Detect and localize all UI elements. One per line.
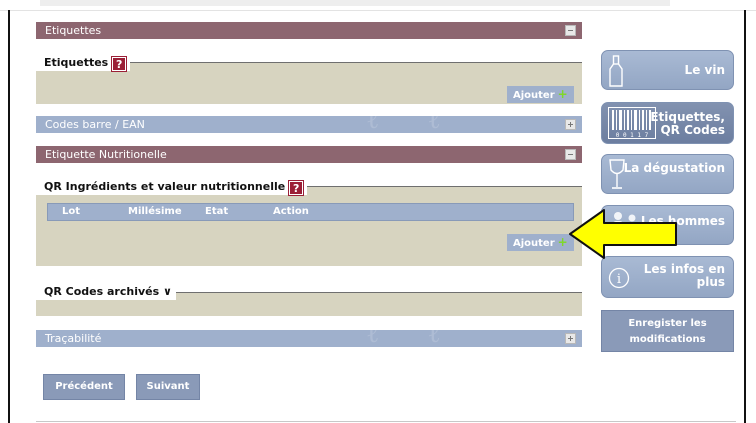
sidebar-item-la-degustation[interactable]: La dégustation — [601, 154, 734, 194]
precedent-button[interactable]: Précédent — [43, 374, 125, 400]
label-line-1: Etiquettes, — [650, 110, 725, 124]
etiquette-nutritionelle-section-bar[interactable]: Etiquette Nutritionelle — [36, 146, 582, 163]
column-header-lot[interactable]: Lot — [62, 204, 80, 220]
ajouter-qr-button[interactable]: Ajouter + — [507, 234, 574, 251]
qr-archives-panel: QR Codes archivés ∨ — [36, 284, 582, 316]
ajouter-etiquette-button[interactable]: Ajouter + — [507, 86, 574, 103]
right-border — [744, 10, 746, 423]
codes-barre-section-label: Codes barre / EAN — [45, 118, 145, 131]
tracabilite-section-label: Traçabilité — [45, 332, 102, 345]
barcode-digits: 0 0 1 1 7 — [616, 132, 649, 139]
bottom-divider — [36, 421, 736, 422]
left-border — [8, 10, 10, 423]
column-header-action[interactable]: Action — [273, 204, 309, 220]
chevron-down-icon[interactable]: ∨ — [163, 285, 172, 298]
collapse-toggle-icon[interactable] — [565, 149, 576, 160]
help-icon[interactable]: ? — [111, 56, 128, 72]
etiquettes-panel-title: Etiquettes? — [36, 55, 131, 72]
help-icon[interactable]: ? — [288, 180, 305, 196]
plus-icon: + — [557, 87, 568, 101]
sidebar-item-label: La dégustation — [623, 161, 725, 175]
qr-archives-title[interactable]: QR Codes archivés ∨ — [36, 284, 176, 300]
sidebar-item-label: Etiquettes, QR Codes — [650, 111, 725, 137]
qr-panel-title: QR Ingrédients et valeur nutritionnelle? — [36, 179, 308, 196]
yellow-arrow-icon — [569, 209, 677, 259]
label-line-1: Les infos en — [643, 262, 725, 276]
label-line-2: plus — [696, 275, 725, 289]
tracabilite-section-bar[interactable]: Traçabilité ℓ⌒ℓ — [36, 330, 582, 347]
qr-panel-label: QR Ingrédients et valeur nutritionnelle — [44, 180, 286, 193]
expand-toggle-icon[interactable] — [565, 119, 576, 130]
column-header-millesime[interactable]: Millésime — [128, 204, 182, 220]
plus-icon: + — [557, 235, 568, 249]
save-line-2: modifications — [629, 334, 706, 345]
sidebar-item-etiquettes-qr-codes[interactable]: 0 0 1 1 7 Etiquettes, QR Codes — [601, 102, 734, 144]
decorative-flourish: ℓ⌒ℓ — [366, 116, 451, 133]
sidebar-item-label: Les infos en plus — [644, 263, 725, 289]
suivant-label: Suivant — [146, 381, 190, 392]
decorative-flourish: ℓ⌒ℓ — [366, 330, 451, 347]
etiquette-nutritionelle-label: Etiquette Nutritionelle — [45, 148, 167, 161]
qr-ingredients-panel: QR Ingrédients et valeur nutritionnelle? — [36, 179, 582, 266]
suivant-button[interactable]: Suivant — [136, 374, 200, 400]
etiquettes-section-bar[interactable]: Etiquettes — [36, 22, 582, 39]
column-header-etat[interactable]: Etat — [205, 204, 228, 220]
etiquettes-section-label: Etiquettes — [45, 24, 102, 37]
expand-toggle-icon[interactable] — [565, 333, 576, 344]
ajouter-label: Ajouter — [513, 238, 555, 249]
ajouter-label: Ajouter — [513, 90, 555, 101]
save-line-1: Enregister les — [628, 318, 707, 329]
barcode-icon: 0 0 1 1 7 — [608, 107, 656, 139]
top-strip-fill — [40, 0, 670, 6]
qr-archives-label: QR Codes archivés — [44, 285, 160, 298]
etiquettes-panel: Etiquettes? — [36, 55, 582, 104]
wine-bottle-icon — [609, 55, 623, 87]
info-glyph: i — [617, 272, 621, 287]
info-icon: i — [608, 267, 630, 289]
precedent-label: Précédent — [55, 381, 113, 392]
sidebar-item-label: Le vin — [684, 63, 725, 77]
codes-barre-section-bar[interactable]: Codes barre / EAN ℓ⌒ℓ — [36, 116, 582, 133]
browser-top-strip — [0, 0, 756, 11]
etiquettes-panel-label: Etiquettes — [44, 56, 109, 69]
sidebar-item-le-vin[interactable]: Le vin — [601, 50, 734, 90]
sidebar-item-les-infos-en-plus[interactable]: i Les infos en plus — [601, 256, 734, 298]
collapse-toggle-icon[interactable] — [565, 25, 576, 36]
enregistrer-modifications-button[interactable]: Enregister les modifications — [601, 310, 734, 352]
label-line-2: QR Codes — [660, 123, 725, 137]
qr-table-header: Lot Millésime Etat Action — [47, 203, 574, 221]
